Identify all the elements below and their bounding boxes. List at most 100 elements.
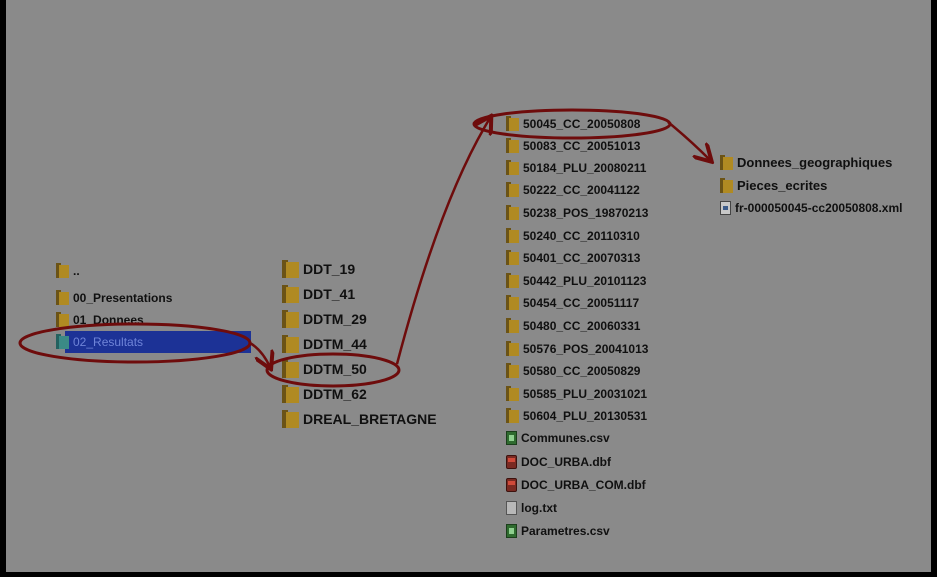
file-item-doc-urba-dbf[interactable]: DOC_URBA.dbf: [506, 455, 611, 469]
folder-item-resultats[interactable]: 02_Resultats: [56, 334, 143, 349]
file-item-communes-csv[interactable]: Communes.csv: [506, 431, 610, 445]
dbf-file-icon: [506, 478, 517, 492]
folder-icon: [282, 335, 299, 353]
folder-item-dreal-bretagne[interactable]: DREAL_BRETAGNE: [282, 410, 437, 428]
folder-icon: [56, 263, 69, 278]
folder-icon: [506, 386, 519, 401]
folder-icon: [506, 273, 519, 288]
folder-item-ddt-41[interactable]: DDT_41: [282, 285, 355, 303]
file-item-doc-urba-com-dbf[interactable]: DOC_URBA_COM.dbf: [506, 478, 646, 492]
folder-label: 50184_PLU_20080211: [523, 160, 647, 175]
file-item-log-txt[interactable]: log.txt: [506, 501, 557, 515]
folder-label: Donnees_geographiques: [737, 155, 893, 170]
folder-item-pieces-ecrites[interactable]: Pieces_ecrites: [720, 178, 827, 193]
folder-label: DDT_19: [303, 261, 356, 277]
folder-label: DDT_41: [303, 286, 356, 302]
csv-file-icon: [506, 431, 517, 445]
file-label: DOC_URBA_COM.dbf: [521, 478, 646, 492]
csv-file-icon: [506, 524, 517, 538]
dbf-file-icon: [506, 455, 517, 469]
folder-label: 50083_CC_20051013: [523, 138, 641, 153]
folder-label: 50480_CC_20060331: [523, 318, 641, 333]
folder-icon: [282, 310, 299, 328]
folder-label: 00_Presentations: [73, 290, 173, 305]
folder-item-50585[interactable]: 50585_PLU_20031021: [506, 386, 647, 401]
folder-item-ddtm-62[interactable]: DDTM_62: [282, 385, 367, 403]
folder-icon: [282, 360, 299, 378]
folder-icon: [506, 250, 519, 265]
folder-item-50442[interactable]: 50442_PLU_20101123: [506, 273, 646, 288]
folder-label: 50238_POS_19870213: [523, 205, 649, 220]
folder-item-50604[interactable]: 50604_PLU_20130531: [506, 408, 647, 423]
folder-icon: [506, 318, 519, 333]
folder-item-50222[interactable]: 50222_CC_20041122: [506, 182, 640, 197]
folder-icon: [720, 155, 733, 170]
folder-item-ddt-19[interactable]: DDT_19: [282, 260, 355, 278]
folder-item-parent[interactable]: ..: [56, 263, 80, 278]
folder-icon: [56, 312, 69, 327]
folder-icon: [506, 295, 519, 310]
text-file-icon: [506, 501, 517, 515]
folder-label: 50585_PLU_20031021: [523, 386, 648, 401]
folder-icon: [506, 205, 519, 220]
folder-label: 50401_CC_20070313: [523, 250, 641, 265]
folder-item-50184[interactable]: 50184_PLU_20080211: [506, 160, 646, 175]
folder-label: DREAL_BRETAGNE: [303, 411, 437, 427]
folder-item-presentations[interactable]: 00_Presentations: [56, 290, 172, 305]
folder-icon: [282, 285, 299, 303]
folder-item-50580[interactable]: 50580_CC_20050829: [506, 363, 640, 378]
folder-label: DDTM_62: [303, 386, 367, 402]
folder-label: ..: [73, 263, 80, 278]
folder-label: 50580_CC_20050829: [523, 363, 641, 378]
folder-item-50576[interactable]: 50576_POS_20041013: [506, 341, 648, 356]
folder-icon: [506, 116, 519, 131]
folder-label: DDTM_29: [303, 311, 367, 327]
folder-icon: [282, 410, 299, 428]
folder-item-ddtm-29[interactable]: DDTM_29: [282, 310, 367, 328]
folder-label: Pieces_ecrites: [737, 178, 828, 193]
folder-icon: [56, 290, 69, 305]
folder-icon: [506, 408, 519, 423]
folder-icon: [282, 385, 299, 403]
folder-label: DDTM_50: [303, 361, 367, 377]
folder-label: 50442_PLU_20101123: [523, 273, 647, 288]
screenshot-canvas: .. 00_Presentations 01_Donnees 02_Result…: [0, 0, 937, 577]
folder-label: 50222_CC_20041122: [523, 182, 640, 197]
folder-label: DDTM_44: [303, 336, 367, 352]
file-item-xml[interactable]: fr-000050045-cc20050808.xml: [720, 201, 902, 215]
folder-item-50454[interactable]: 50454_CC_20051117: [506, 295, 639, 310]
folder-item-ddtm-44[interactable]: DDTM_44: [282, 335, 367, 353]
file-item-parametres-csv[interactable]: Parametres.csv: [506, 524, 610, 538]
folder-item-50045[interactable]: 50045_CC_20050808: [506, 116, 640, 131]
folder-item-50401[interactable]: 50401_CC_20070313: [506, 250, 640, 265]
folder-item-50480[interactable]: 50480_CC_20060331: [506, 318, 640, 333]
folder-label: 02_Resultats: [73, 334, 144, 349]
folder-item-50240[interactable]: 50240_CC_20110310: [506, 228, 640, 243]
folder-icon: [506, 182, 519, 197]
file-label: Communes.csv: [521, 431, 610, 445]
folder-label: 50604_PLU_20130531: [523, 408, 648, 423]
folder-item-donnees[interactable]: 01_Donnees: [56, 312, 144, 327]
folder-icon: [506, 341, 519, 356]
folder-label: 01_Donnees: [73, 312, 144, 327]
folder-item-donnees-geographiques[interactable]: Donnees_geographiques: [720, 155, 892, 170]
folder-icon: [506, 160, 519, 175]
file-label: Parametres.csv: [521, 524, 610, 538]
file-label: fr-000050045-cc20050808.xml: [735, 201, 903, 215]
file-label: DOC_URBA.dbf: [521, 455, 611, 469]
folder-label: 50454_CC_20051117: [523, 295, 640, 310]
folder-label: 50576_POS_20041013: [523, 341, 649, 356]
folder-item-50083[interactable]: 50083_CC_20051013: [506, 138, 640, 153]
xml-file-icon: [720, 201, 731, 215]
folder-icon: [506, 363, 519, 378]
folder-icon: [506, 228, 519, 243]
folder-icon: [720, 178, 733, 193]
folder-icon: [282, 260, 299, 278]
folder-label: 50045_CC_20050808: [523, 116, 641, 131]
folder-item-ddtm-50[interactable]: DDTM_50: [282, 360, 367, 378]
folder-item-50238[interactable]: 50238_POS_19870213: [506, 205, 648, 220]
folder-icon: [506, 138, 519, 153]
file-label: log.txt: [521, 501, 557, 515]
folder-label: 50240_CC_20110310: [523, 228, 640, 243]
folder-tree-panel: [6, 0, 931, 572]
